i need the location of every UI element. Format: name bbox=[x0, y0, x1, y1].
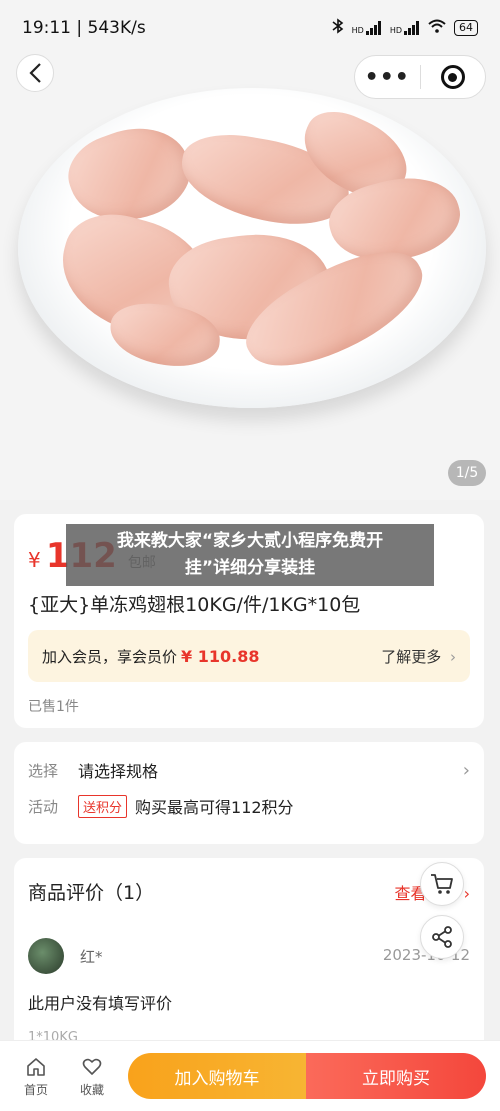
product-title: {亚大}单冻鸡翅根10KG/件/1KG*10包 bbox=[28, 594, 361, 616]
home-icon bbox=[27, 1058, 45, 1076]
member-banner[interactable]: 加入会员，享会员价 ¥ 110.88 了解更多 › bbox=[28, 630, 470, 682]
status-time: 19:11 | 543K/s bbox=[22, 18, 146, 38]
wifi-icon bbox=[428, 19, 446, 37]
spec-select-label: 选择 bbox=[28, 761, 59, 780]
member-price: ¥ 110.88 bbox=[181, 646, 260, 666]
signal-icon: HD bbox=[352, 21, 382, 35]
floating-share-button[interactable] bbox=[420, 915, 464, 959]
status-icons: HD HD 64 bbox=[332, 18, 478, 38]
currency-symbol: ¥ bbox=[28, 548, 41, 572]
signal-icon: HD bbox=[390, 21, 420, 35]
points-badge: 送积分 bbox=[78, 794, 128, 818]
gallery-counter: 1/5 bbox=[448, 460, 486, 486]
review-title: 商品评价（1） bbox=[28, 882, 155, 904]
sold-count: 已售1件 bbox=[28, 699, 79, 715]
reviewer-name: 红* bbox=[80, 948, 103, 966]
add-to-cart-button[interactable]: 加入购物车 bbox=[128, 1053, 306, 1099]
caption-line-2: 挂”详细分享装挂 bbox=[184, 558, 316, 578]
chevron-right-icon: › bbox=[463, 884, 470, 903]
chevron-right-icon: › bbox=[462, 759, 470, 781]
back-button[interactable] bbox=[16, 54, 54, 92]
spec-select-row[interactable]: 选择 请选择规格 › bbox=[28, 758, 470, 782]
battery-icon: 64 bbox=[454, 20, 478, 36]
review-card: 商品评价（1） 查看全部 › 红* 2023-10-12 此用户没有填写评价 1… bbox=[14, 858, 484, 1058]
spec-select-value: 请选择规格 bbox=[78, 762, 159, 781]
more-button[interactable]: ••• bbox=[355, 65, 420, 90]
cart-icon bbox=[431, 874, 453, 894]
bottom-action-bar: 首页 收藏 加入购物车 立即购买 bbox=[0, 1040, 500, 1111]
caption-line-1: 我来教大家“家乡大贰小程序免费开 bbox=[116, 531, 384, 551]
close-miniprogram-button[interactable] bbox=[421, 65, 486, 89]
member-text-group: 加入会员，享会员价 ¥ 110.88 bbox=[42, 646, 259, 667]
spec-card: 选择 请选择规格 › 活动 送积分 购买最高可得112积分 bbox=[14, 742, 484, 844]
bluetooth-icon bbox=[332, 18, 344, 38]
caption-overlay: 我来教大家“家乡大贰小程序免费开 挂”详细分享装挂 bbox=[66, 524, 434, 586]
activity-row: 活动 送积分 购买最高可得112积分 bbox=[28, 794, 470, 818]
heart-icon bbox=[82, 1058, 102, 1075]
avatar bbox=[28, 938, 64, 974]
miniprogram-capsule: ••• bbox=[354, 55, 486, 99]
member-more-link[interactable]: 了解更多 › bbox=[381, 646, 456, 667]
floating-cart-button[interactable] bbox=[420, 862, 464, 906]
buy-now-button[interactable]: 立即购买 bbox=[306, 1053, 486, 1099]
chevron-right-icon: › bbox=[450, 647, 456, 666]
target-icon bbox=[440, 65, 465, 89]
chevron-left-icon bbox=[29, 63, 41, 83]
status-bar: 19:11 | 543K/s HD HD 64 bbox=[0, 0, 500, 56]
home-nav[interactable]: 首页 bbox=[16, 1057, 56, 1098]
share-icon bbox=[432, 926, 452, 948]
favorite-nav[interactable]: 收藏 bbox=[72, 1057, 112, 1098]
activity-value: 购买最高可得112积分 bbox=[135, 798, 294, 817]
member-text: 加入会员，享会员价 bbox=[42, 647, 178, 666]
review-text: 此用户没有填写评价 bbox=[28, 994, 173, 1013]
activity-label: 活动 bbox=[28, 797, 59, 816]
